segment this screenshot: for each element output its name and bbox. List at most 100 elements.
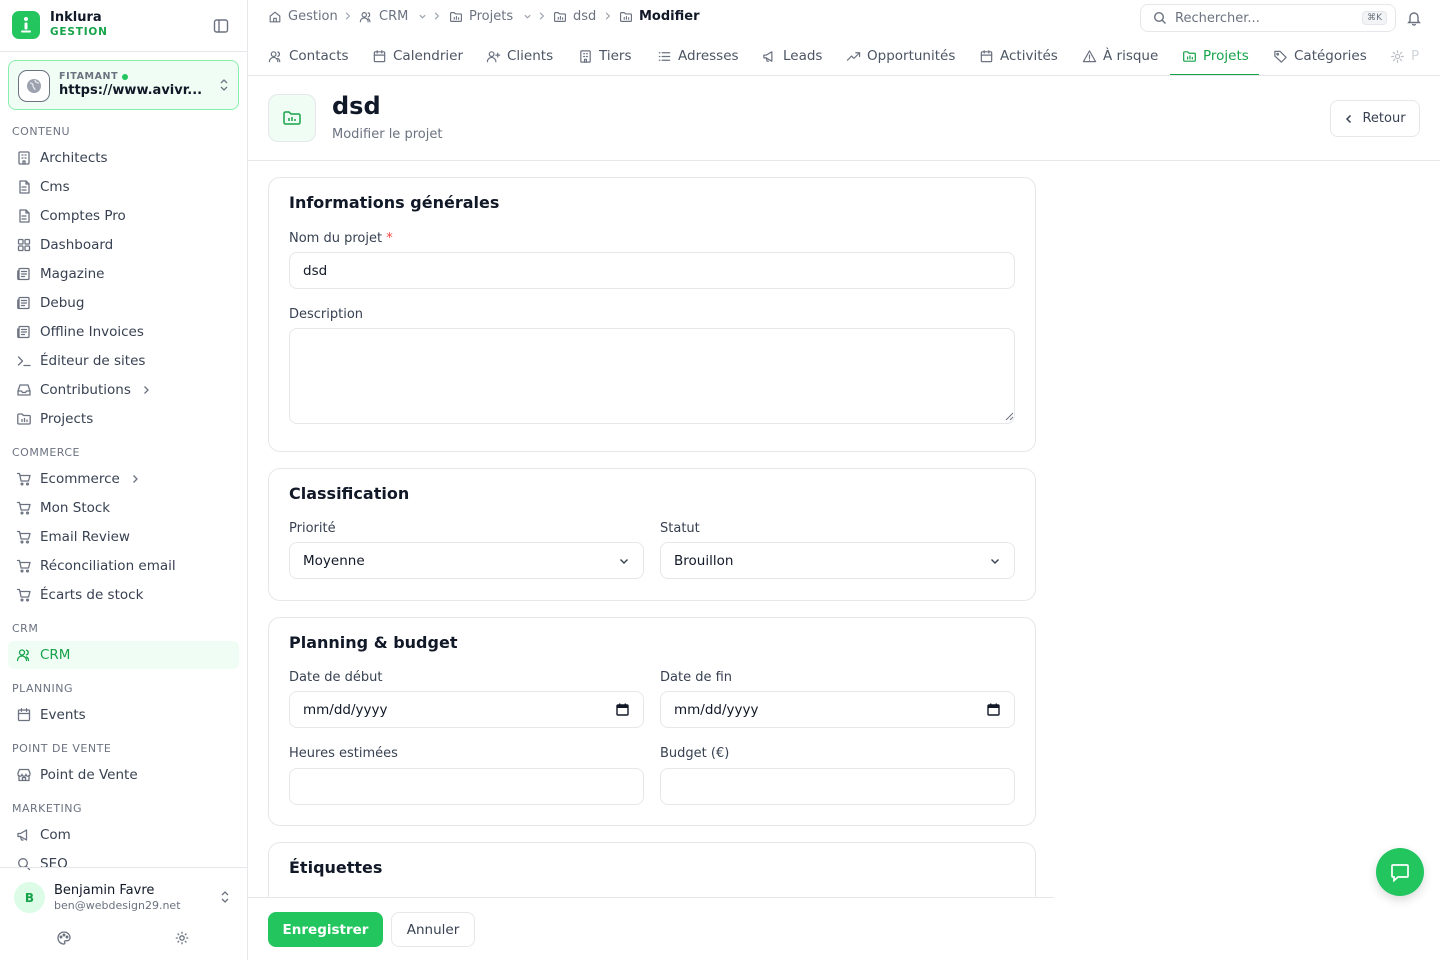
tag-icon xyxy=(1273,49,1288,64)
priority-select[interactable]: Moyenne xyxy=(289,542,644,579)
sidebar-item-crm[interactable]: CRM xyxy=(8,641,239,669)
avatar[interactable]: B xyxy=(14,882,45,913)
status-select[interactable]: Brouillon xyxy=(660,542,1015,579)
end-date-input[interactable]: mm/dd/yyyy xyxy=(660,691,1015,728)
tab-projets[interactable]: Projets xyxy=(1182,36,1249,75)
section-label-planning: PLANNING xyxy=(12,682,73,695)
tab-categories[interactable]: Catégories xyxy=(1273,36,1367,75)
tab-calendrier[interactable]: Calendrier xyxy=(372,36,463,75)
palette-icon[interactable] xyxy=(56,930,72,946)
sidebar-item-cms[interactable]: Cms xyxy=(8,173,239,201)
cart-icon xyxy=(16,558,32,574)
save-button[interactable]: Enregistrer xyxy=(268,912,383,947)
user-name[interactable]: Benjamin Favre xyxy=(54,883,154,898)
breadcrumb-crm[interactable]: CRM xyxy=(359,9,427,24)
tab-adresses[interactable]: Adresses xyxy=(657,36,739,75)
start-date-input[interactable]: mm/dd/yyyy xyxy=(289,691,644,728)
bell-icon[interactable] xyxy=(1406,10,1422,26)
tab-a-risque[interactable]: À risque xyxy=(1082,36,1158,75)
site-switcher[interactable]: FITAMANT https://www.avivr... xyxy=(8,60,239,110)
tab-contacts[interactable]: Contacts xyxy=(268,36,349,75)
sidebar-item-label: CRM xyxy=(40,647,71,663)
tab-label: Contacts xyxy=(289,48,349,64)
folder-icon xyxy=(619,10,633,24)
sidebar-item-seo[interactable]: SEO xyxy=(8,850,239,878)
chevron-right-icon xyxy=(537,11,546,21)
breadcrumb-dsd[interactable]: dsd xyxy=(553,9,596,24)
sidebar-item-comptes-pro[interactable]: Comptes Pro xyxy=(8,202,239,230)
sidebar-item-magazine[interactable]: Magazine xyxy=(8,260,239,288)
sidebar-item-label: Cms xyxy=(40,179,70,195)
form-footer: Enregistrer Annuler xyxy=(248,897,1054,960)
tab-label: Tiers xyxy=(599,48,632,64)
cancel-button[interactable]: Annuler xyxy=(391,912,475,947)
sidebar-item-dashboard[interactable]: Dashboard xyxy=(8,231,239,259)
calendar-icon[interactable] xyxy=(987,703,1000,716)
gear-icon[interactable] xyxy=(174,930,190,946)
breadcrumb-projets[interactable]: Projets xyxy=(449,9,532,24)
back-label: Retour xyxy=(1362,111,1406,126)
tab-clients[interactable]: Clients xyxy=(486,36,553,75)
priority-value: Moyenne xyxy=(303,552,365,569)
sidebar-item-ecarts-de-stock[interactable]: Écarts de stock xyxy=(8,581,239,609)
sidebar-item-projects[interactable]: Projects xyxy=(8,405,239,433)
newspaper-icon xyxy=(16,295,32,311)
sidebar-item-label: Mon Stock xyxy=(40,500,111,516)
tab-activites[interactable]: Activités xyxy=(979,36,1058,75)
priority-label: Priorité xyxy=(289,521,336,536)
start-date-label: Date de début xyxy=(289,670,383,685)
project-name-input[interactable] xyxy=(289,252,1015,289)
calendar-icon xyxy=(372,49,387,64)
description-textarea[interactable] xyxy=(289,328,1015,424)
brand-subtitle: GESTION xyxy=(50,26,108,38)
sidebar-item-mon-stock[interactable]: Mon Stock xyxy=(8,494,239,522)
site-label: FITAMANT xyxy=(59,71,129,82)
classification-card: Classification Priorité Moyenne Statut B… xyxy=(268,468,1036,601)
tab-opportunites[interactable]: Opportunités xyxy=(846,36,955,75)
sidebar-item-ecommerce[interactable]: Ecommerce xyxy=(8,465,239,493)
resize-handle-icon[interactable] xyxy=(1005,412,1014,421)
search-input[interactable] xyxy=(1175,10,1355,26)
card-title: Planning & budget xyxy=(289,633,458,652)
tab-tiers[interactable]: Tiers xyxy=(578,36,632,75)
sidebar-item-email-review[interactable]: Email Review xyxy=(8,523,239,551)
budget-input[interactable] xyxy=(660,768,1015,805)
sidebar-item-architects[interactable]: Architects xyxy=(8,144,239,172)
tab-p[interactable]: P xyxy=(1390,36,1419,75)
start-date-value: mm/dd/yyyy xyxy=(303,701,388,718)
tab-label: Projets xyxy=(1203,48,1249,64)
chevron-right-icon xyxy=(603,11,612,21)
calendar-icon[interactable] xyxy=(616,703,629,716)
sidebar-item-offline-invoices[interactable]: Offline Invoices xyxy=(8,318,239,346)
cart-icon xyxy=(16,471,32,487)
sidebar-item-debug[interactable]: Debug xyxy=(8,289,239,317)
chevron-down-icon[interactable] xyxy=(418,12,427,21)
sidebar-item-com[interactable]: Com xyxy=(8,821,239,849)
estimated-hours-input[interactable] xyxy=(289,768,644,805)
breadcrumb-gestion[interactable]: Gestion xyxy=(268,9,338,24)
breadcrumb-label: Gestion xyxy=(288,9,338,24)
brand[interactable]: Inklura GESTION xyxy=(12,11,108,39)
logo-icon xyxy=(12,11,40,39)
tab-label: Catégories xyxy=(1294,48,1367,64)
chevron-down-icon xyxy=(620,559,628,564)
sidebar-item-reconciliation-email[interactable]: Réconciliation email xyxy=(8,552,239,580)
tab-leads[interactable]: Leads xyxy=(762,36,822,75)
sidebar-item-events[interactable]: Events xyxy=(8,701,239,729)
sidebar-item-contributions[interactable]: Contributions xyxy=(8,376,239,404)
search-box[interactable]: ⌘K xyxy=(1140,4,1396,32)
megaphone-icon xyxy=(16,827,32,843)
chat-button[interactable] xyxy=(1376,848,1424,896)
sidebar-toggle-icon[interactable] xyxy=(212,17,230,35)
calendar-icon xyxy=(16,707,32,723)
chevron-down-icon[interactable] xyxy=(523,12,532,21)
general-info-card: Informations générales Nom du projet * D… xyxy=(268,177,1036,452)
sidebar-item-editeur-de-sites[interactable]: Éditeur de sites xyxy=(8,347,239,375)
cart-icon xyxy=(16,529,32,545)
page-title: dsd xyxy=(332,92,381,120)
sidebar-item-point-de-vente[interactable]: Point de Vente xyxy=(8,761,239,789)
chevron-up-down-icon[interactable] xyxy=(219,890,231,904)
back-button[interactable]: Retour xyxy=(1330,100,1420,137)
status-value: Brouillon xyxy=(674,552,734,569)
sidebar-item-label: Com xyxy=(40,827,71,843)
